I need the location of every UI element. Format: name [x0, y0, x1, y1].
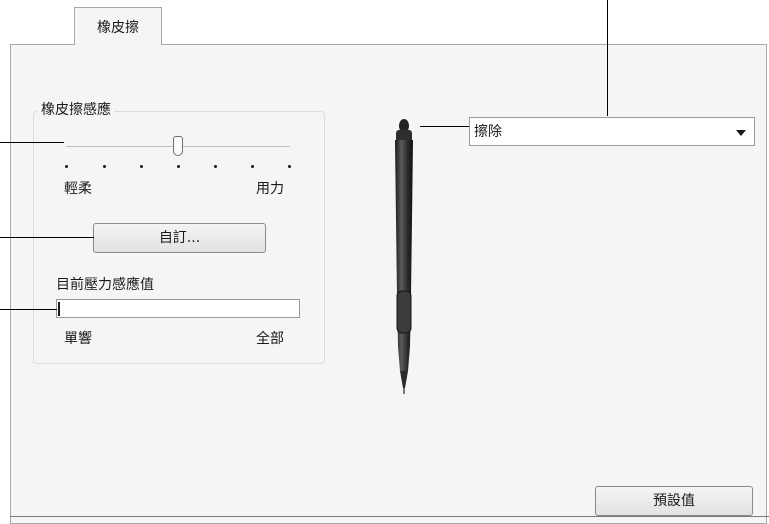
slider-tick [177, 165, 180, 168]
chevron-down-icon[interactable] [736, 130, 746, 136]
tab-eraser[interactable]: 橡皮擦 [74, 7, 162, 45]
callout-line-top-vertical [607, 0, 608, 116]
eraser-feel-title: 橡皮擦感應 [38, 101, 114, 119]
full-label: 全部 [256, 331, 284, 347]
current-pressure-bar [56, 299, 300, 318]
default-button[interactable]: 預設值 [595, 486, 753, 516]
panel-bottom-edge [10, 516, 769, 517]
slider-tick [140, 165, 143, 168]
current-pressure-fill [58, 302, 60, 316]
customize-button[interactable]: 自訂... [93, 223, 266, 253]
slider-tick [103, 165, 106, 168]
soft-label: 輕柔 [64, 181, 92, 197]
callout-line-slider [0, 142, 64, 143]
pen-icon [395, 119, 413, 394]
callout-line-pressure [0, 309, 57, 310]
callout-line-pen-horizontal [420, 126, 469, 127]
slider-tick [251, 165, 254, 168]
slider-tick [65, 165, 68, 168]
current-pressure-label: 目前壓力感應值 [56, 277, 154, 293]
firm-label: 用力 [256, 181, 284, 197]
callout-line-customize [0, 237, 94, 238]
eraser-feel-slider-thumb[interactable] [173, 136, 183, 156]
slider-tick [288, 165, 291, 168]
eraser-function-dropdown[interactable]: 擦除 [469, 117, 755, 146]
tab-eraser-label: 橡皮擦 [97, 20, 139, 36]
eraser-function-value: 擦除 [474, 124, 502, 140]
slider-tick [214, 165, 217, 168]
click-label: 單響 [64, 331, 92, 347]
